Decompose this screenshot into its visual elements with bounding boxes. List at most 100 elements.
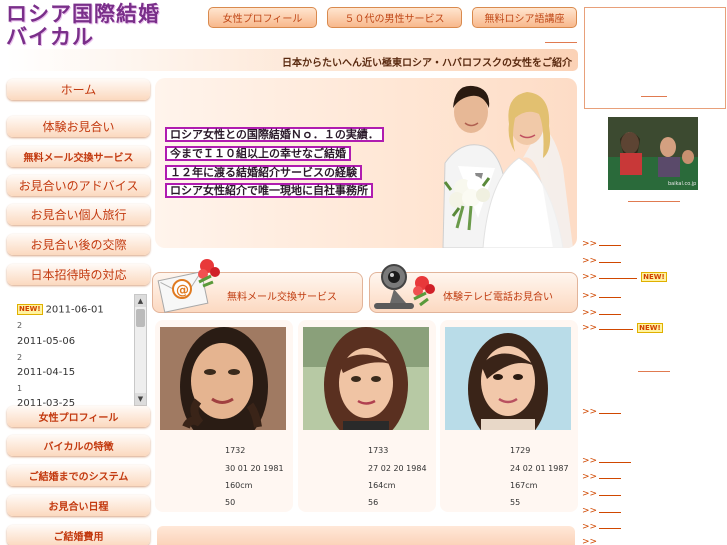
email-envelope-icon: @: [157, 259, 220, 313]
profile-weight: 55: [510, 498, 521, 507]
profile-photo[interactable]: [303, 327, 429, 430]
right-link[interactable]: >>: [582, 537, 597, 545]
right-link-arrow: >>: [582, 506, 598, 516]
right-link-arrow: >>: [582, 407, 598, 417]
profile-photo[interactable]: [445, 327, 571, 430]
right-link[interactable]: >>: [582, 238, 622, 249]
hero-line: ロシア女性との国際結婚Ｎｏ．１の実績．: [165, 127, 384, 142]
sidebar-item-home[interactable]: ホーム: [7, 79, 150, 100]
profile-birthdate: 27 02 20 1984: [368, 464, 427, 473]
right-link-arrow: >>: [582, 522, 598, 532]
right-link-arrow: >>: [582, 537, 598, 545]
profile-height: 164cm: [368, 481, 396, 490]
free-mail-service-label: 無料メール交換サービス: [227, 292, 337, 303]
right-link[interactable]: >>: [582, 488, 622, 499]
news-date: 2011-06-01: [45, 304, 104, 316]
top-nav-free-russian-course[interactable]: 無料ロシア語講座: [472, 7, 577, 28]
sidebar-item-trial-omiai[interactable]: 体験お見合い: [7, 116, 150, 137]
news-item[interactable]: NEW! 2011-06-01: [17, 304, 104, 316]
news-item[interactable]: 2011-03-25: [17, 398, 75, 406]
right-link-arrow: >>: [582, 456, 598, 466]
right-divider-line: [545, 42, 577, 43]
right-ad-box: [584, 7, 726, 109]
right-link-arrow: >>: [582, 256, 598, 266]
logo-line-2: バイカル: [6, 24, 94, 49]
profile-birthdate: 30 01 20 1981: [225, 464, 284, 473]
profile-photo[interactable]: [160, 327, 286, 430]
right-link[interactable]: >>: [582, 455, 632, 466]
right-link-line[interactable]: [628, 201, 680, 202]
right-link[interactable]: >>: [582, 471, 622, 482]
sidebar-item-baikal-features[interactable]: バイカルの特徴: [7, 435, 150, 456]
video-call-omiai-label: 体験テレビ電話お見合い: [443, 292, 553, 303]
thumbnail-caption: baikal.co.jp: [668, 181, 696, 187]
sidebar-item-personal-trip[interactable]: お見合い個人旅行: [7, 204, 150, 225]
profile-height: 160cm: [225, 481, 253, 490]
profile-card[interactable]: 1733 27 02 20 1984 164cm 56: [298, 320, 436, 512]
right-link[interactable]: >> NEW!: [582, 322, 663, 333]
free-mail-service-button[interactable]: @ 無料メール交換サービス: [152, 259, 363, 313]
profile-card[interactable]: 1732 30 01 20 1981 160cm 50: [155, 320, 293, 512]
sidebar-item-costs[interactable]: ご結婚費用: [7, 525, 150, 545]
tagline-bar: 日本からたいへん近い極東ロシア・ハバロフスクの女性をご紹介: [6, 49, 578, 71]
sidebar-item-after-omiai[interactable]: お見合い後の交際: [7, 234, 150, 255]
sidebar-item-female-profiles[interactable]: 女性プロフィール: [7, 406, 150, 427]
scroll-down-arrow-icon[interactable]: ▼: [135, 393, 146, 405]
right-link-arrow: >>: [582, 239, 598, 249]
news-count: 2: [17, 353, 23, 362]
right-link[interactable]: >>: [582, 307, 622, 318]
top-nav-50s-men-service[interactable]: ５０代の男性サービス: [327, 7, 462, 28]
right-link-line[interactable]: [638, 371, 670, 372]
svg-text:@: @: [176, 283, 189, 298]
profile-birthdate: 24 02 01 1987: [510, 464, 569, 473]
right-link-arrow: >>: [582, 272, 598, 282]
news-item[interactable]: 2011-04-15: [17, 367, 75, 378]
profile-id: 1733: [368, 446, 389, 455]
site-logo[interactable]: ロシア国際結婚 バイカル: [6, 2, 166, 48]
right-box-link[interactable]: [641, 96, 667, 97]
right-link-arrow: >>: [582, 308, 598, 318]
sidebar-item-japan-invitation[interactable]: 日本招待時の対応: [7, 264, 150, 285]
tagline: 日本からたいへん近い極東ロシア・ハバロフスクの女性をご紹介: [282, 58, 572, 69]
sidebar-item-system[interactable]: ご結婚までのシステム: [7, 465, 150, 486]
webcam-icon: [374, 264, 435, 309]
sidebar-item-advice[interactable]: お見合いのアドバイス: [7, 175, 150, 196]
right-link[interactable]: >>: [582, 290, 622, 301]
logo-line-1: ロシア国際結婚: [6, 1, 160, 26]
new-badge: NEW!: [17, 304, 43, 315]
video-call-omiai-button[interactable]: 体験テレビ電話お見合い: [369, 264, 578, 313]
right-link[interactable]: >> NEW!: [582, 271, 667, 282]
scroll-up-arrow-icon[interactable]: ▲: [135, 295, 146, 307]
page: ロシア国際結婚 バイカル 女性プロフィール ５０代の男性サービス 無料ロシア語講…: [0, 0, 727, 545]
right-link-arrow: >>: [582, 472, 598, 482]
sidebar-item-schedule[interactable]: お見合い日程: [7, 495, 150, 516]
wedding-couple-image: [442, 85, 573, 248]
right-link-arrow: >>: [582, 323, 598, 333]
hero-banner: ロシア女性との国際結婚Ｎｏ．１の実績． 今までＩ１０組以上の幸せなご結婚 １２年…: [155, 78, 577, 248]
news-item[interactable]: 2011-05-06: [17, 336, 75, 347]
right-thumbnail-photo[interactable]: baikal.co.jp: [608, 117, 698, 190]
right-link-arrow: >>: [582, 489, 598, 499]
profile-height: 167cm: [510, 481, 538, 490]
profile-id: 1729: [510, 446, 531, 455]
top-nav-female-profiles[interactable]: 女性プロフィール: [208, 7, 317, 28]
right-link[interactable]: >>: [582, 521, 622, 532]
profile-id: 1732: [225, 446, 246, 455]
right-link[interactable]: >>: [582, 255, 622, 266]
bottom-section-header: [157, 526, 575, 545]
sidebar-item-free-mail[interactable]: 無料メール交換サービス: [7, 146, 150, 167]
news-list[interactable]: NEW! 2011-06-01 2 2011-05-06 2 2011-04-15…: [7, 294, 147, 406]
hero-line: 今までＩ１０組以上の幸せなご結婚: [165, 146, 351, 161]
news-scrollbar[interactable]: ▲ ▼: [134, 294, 147, 406]
right-link[interactable]: >>: [582, 505, 622, 516]
profile-card[interactable]: 1729 24 02 01 1987 167cm 55: [440, 320, 578, 512]
new-badge: NEW!: [641, 272, 667, 282]
profile-weight: 50: [225, 498, 236, 507]
hero-line: ロシア女性紹介で唯一現地に自社事務所: [165, 183, 373, 198]
right-link[interactable]: >>: [582, 406, 622, 417]
hero-line: １２年に渡る結婚紹介サービスの経験: [165, 165, 362, 180]
right-link-arrow: >>: [582, 291, 598, 301]
profile-weight: 56: [368, 498, 379, 507]
scroll-thumb[interactable]: [136, 309, 145, 327]
new-badge: NEW!: [637, 323, 663, 333]
